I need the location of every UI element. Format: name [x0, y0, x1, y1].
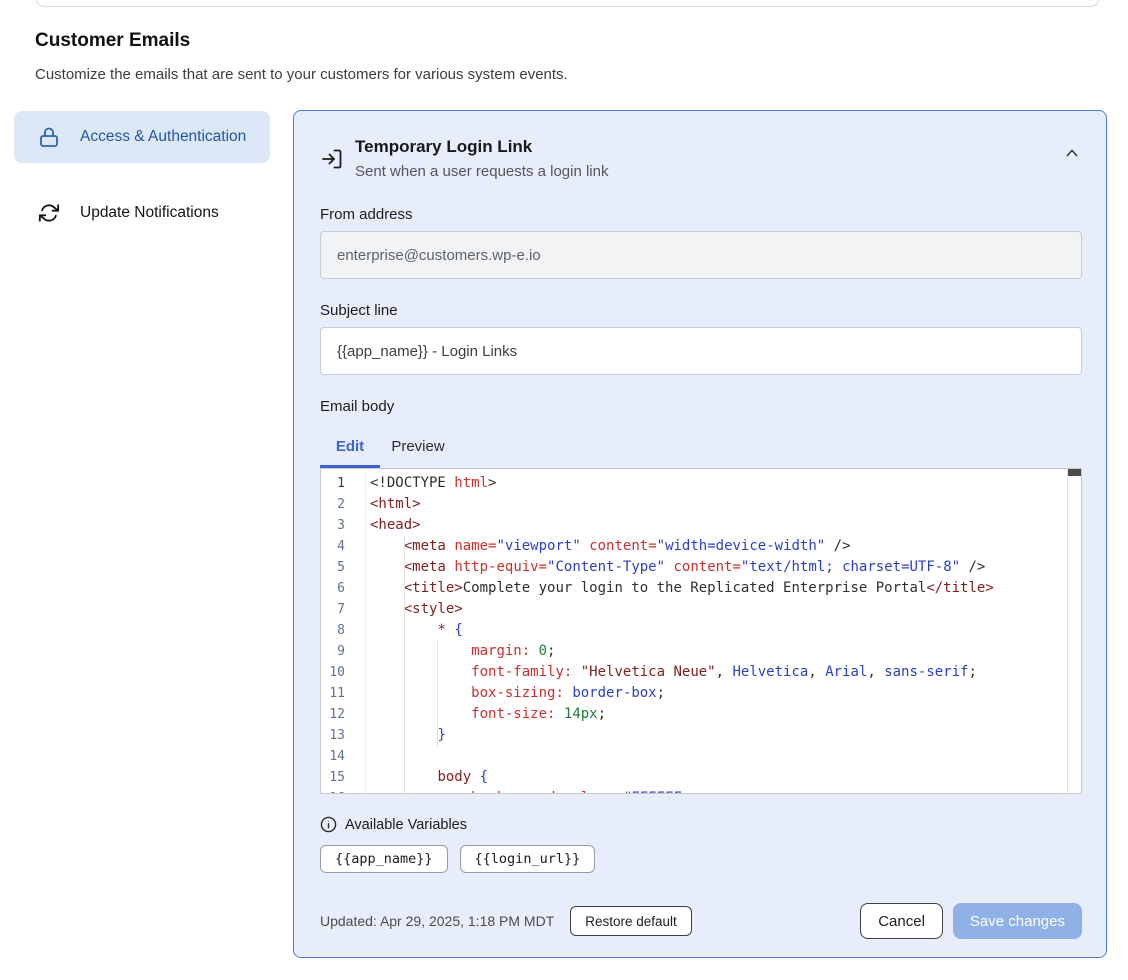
- sidebar-item-update-notifications[interactable]: Update Notifications: [14, 187, 270, 239]
- previous-card-bottom-edge: [35, 0, 1100, 7]
- updated-timestamp: Updated: Apr 29, 2025, 1:18 PM MDT: [320, 913, 554, 929]
- panel-header: Temporary Login Link Sent when a user re…: [320, 135, 1082, 183]
- page-subtitle: Customize the emails that are sent to yo…: [35, 66, 568, 83]
- customer-emails-page: Customer Emails Customize the emails tha…: [0, 0, 1128, 980]
- variable-chips: {{app_name}} {{login_url}}: [320, 845, 1082, 873]
- email-body-tabs: Edit Preview: [320, 428, 1082, 468]
- sidebar-item-label: Update Notifications: [80, 201, 219, 225]
- available-variables-header: Available Variables: [320, 816, 1082, 833]
- page-title: Customer Emails: [35, 30, 190, 52]
- editor-scrollbar-thumb[interactable]: [1068, 469, 1081, 476]
- editor-scrollbar[interactable]: [1067, 469, 1081, 793]
- variable-chip-login-url[interactable]: {{login_url}}: [460, 845, 596, 873]
- panel-subtitle: Sent when a user requests a login link: [355, 161, 608, 183]
- tab-edit[interactable]: Edit: [320, 428, 380, 468]
- available-variables-label: Available Variables: [345, 817, 467, 833]
- variable-chip-app-name[interactable]: {{app_name}}: [320, 845, 448, 873]
- save-changes-button[interactable]: Save changes: [953, 903, 1082, 939]
- from-address-input: [320, 231, 1082, 279]
- lock-icon: [37, 125, 61, 149]
- panel-footer: Updated: Apr 29, 2025, 1:18 PM MDT Resto…: [320, 903, 1082, 939]
- code-lines: 1<!DOCTYPE html>2<html>3<head>4 <meta na…: [321, 469, 1081, 794]
- temporary-login-link-panel: Temporary Login Link Sent when a user re…: [293, 110, 1107, 958]
- sidebar-item-access-authentication[interactable]: Access & Authentication: [14, 111, 270, 163]
- panel-title: Temporary Login Link: [355, 135, 608, 159]
- panel-header-text: Temporary Login Link Sent when a user re…: [355, 135, 608, 183]
- tab-preview[interactable]: Preview: [380, 428, 456, 468]
- collapse-button[interactable]: [1062, 145, 1082, 161]
- cancel-button[interactable]: Cancel: [860, 903, 943, 939]
- indent-guide: [404, 536, 405, 794]
- info-icon: [320, 816, 337, 833]
- chevron-up-icon: [1064, 147, 1080, 159]
- restore-default-button[interactable]: Restore default: [570, 906, 692, 936]
- indent-guide: [437, 641, 438, 746]
- login-icon: [320, 147, 344, 171]
- sidebar-item-label: Access & Authentication: [80, 125, 246, 149]
- email-body-label: Email body: [320, 398, 1082, 415]
- subject-line-label: Subject line: [320, 302, 1082, 319]
- from-address-label: From address: [320, 206, 1082, 223]
- email-types-sidebar: Access & Authentication Update Notificat…: [14, 111, 270, 239]
- refresh-icon: [37, 201, 61, 225]
- subject-line-input[interactable]: [320, 327, 1082, 375]
- code-editor[interactable]: 1<!DOCTYPE html>2<html>3<head>4 <meta na…: [320, 468, 1082, 794]
